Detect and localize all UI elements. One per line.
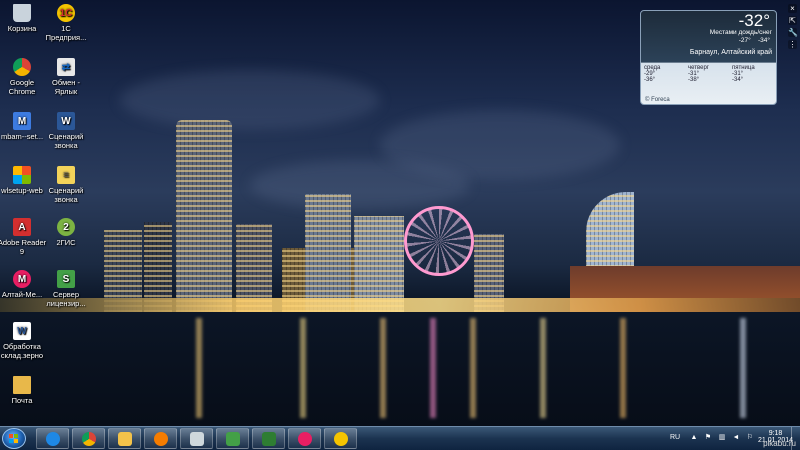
desktop-icon-label: Сценарий звонка (48, 186, 84, 204)
water-reflection (430, 318, 436, 418)
internet-explorer-icon (45, 431, 60, 446)
gadget-drag-handle-icon[interactable]: ⋮ (788, 40, 797, 49)
flag-icon[interactable]: ⚐ (746, 434, 754, 442)
altai-media-icon (297, 431, 312, 446)
taskbar-chrome[interactable] (72, 428, 105, 449)
desktop-icon-license-server[interactable]: S Сервер лицензир... (40, 270, 92, 308)
temperature-high: -27° (738, 37, 751, 44)
water-reflection (740, 318, 746, 418)
license-server-icon: S (57, 270, 75, 288)
water-reflection (196, 318, 202, 418)
desktop-icon-mail[interactable]: Почта (0, 376, 48, 405)
watermark: pikabu.ru (763, 439, 796, 448)
clock-time: 9:18 (768, 430, 783, 437)
desktop-icon-1c-enterprise[interactable]: 1C 1С Предприя... (40, 4, 92, 42)
mail-folder-icon (13, 376, 31, 394)
desktop-icon-2gis[interactable]: 2 2ГИС (40, 218, 92, 247)
media-player-icon (153, 431, 168, 446)
desktop-icon-label: mbam--set... (0, 132, 44, 141)
word-document-icon: W (57, 112, 75, 130)
current-temperature: -32° (738, 11, 770, 30)
forecast-day: среда -29° -36° (644, 65, 688, 83)
taskbar-1c[interactable] (324, 428, 357, 449)
water-reflection (540, 318, 546, 418)
water-reflection (470, 318, 476, 418)
wallpaper-water (0, 312, 800, 426)
forecast-low: -34° (732, 77, 744, 83)
weather-city: Барнаул, Алтайский край (689, 49, 772, 56)
exchange-shortcut-icon: ⇄ (57, 58, 75, 76)
taskbar: RU ▲ ⚑ ▥ ◄ ⚐ 9:18 21.01.2014 (0, 426, 800, 450)
forecast-day: четверг -31° -38° (688, 65, 732, 83)
desktop-icon-label: Сервер лицензир... (46, 290, 86, 308)
windows-live-setup-icon (13, 166, 31, 184)
temperature-low: -34° (758, 37, 770, 44)
text-document-icon: ≡ (57, 166, 75, 184)
chrome-icon (81, 431, 96, 446)
desktop-icon-processing-grain[interactable]: W Обработка склад.зерно (0, 322, 48, 360)
taskbar-internet-explorer[interactable] (36, 428, 69, 449)
desktop-icon-label: 2ГИС (56, 238, 76, 247)
chrome-icon (13, 58, 31, 76)
desktop-icon-label: Алтай-Ме... (1, 290, 43, 299)
temperature-range: -27° -34° (739, 37, 770, 44)
desktop-icon-call-script-word[interactable]: W Сценарий звонка (40, 112, 92, 150)
gadget-options-icon[interactable]: 🔧 (788, 28, 798, 37)
network-icon[interactable]: ▥ (718, 434, 726, 442)
windows-logo-icon (9, 434, 13, 438)
taskbar-explorer[interactable] (108, 428, 141, 449)
desktop-icon-label: wlsetup-web (1, 186, 43, 195)
language-indicator[interactable]: RU (670, 434, 680, 441)
desktop-icon-exchange-shortcut[interactable]: ⇄ Обмен - Ярлык (40, 58, 92, 96)
malwarebytes-setup-icon: M (13, 112, 31, 130)
2gis-icon: 2 (57, 218, 75, 236)
recycle-bin-icon (13, 4, 31, 22)
action-center-flag-icon[interactable]: ⚑ (704, 434, 712, 442)
altai-media-icon: M (13, 270, 31, 288)
weather-condition: Местами дождь/снег (709, 29, 772, 36)
weather-brand: © Foreca (645, 97, 670, 103)
desktop[interactable]: Корзина 1C 1С Предприя... Google Chrome … (0, 0, 800, 426)
taskbar-remote-desktop[interactable] (216, 428, 249, 449)
gadget-size-icon[interactable]: ⇱ (788, 16, 797, 25)
forecast-low: -38° (688, 77, 700, 83)
desktop-icon-label: Корзина (7, 24, 37, 33)
desktop-icon-label: Google Chrome (8, 78, 36, 96)
water-reflection (380, 318, 386, 418)
explorer-folder-icon (117, 431, 132, 446)
water-reflection (620, 318, 626, 418)
notes-icon (189, 431, 204, 446)
start-button[interactable] (2, 428, 26, 449)
taskbar-altai-media[interactable] (288, 428, 321, 449)
taskbar-notes[interactable] (180, 428, 213, 449)
desktop-icon-label: Почта (11, 396, 33, 405)
remote-desktop-icon (225, 431, 240, 446)
forecast-day: пятница -31° -34° (732, 65, 776, 83)
volume-icon[interactable]: ◄ (732, 434, 740, 442)
adobe-reader-icon: A (13, 218, 31, 236)
weather-gadget[interactable]: -32° Местами дождь/снег -27° -34° Барнау… (640, 10, 777, 105)
taskbar-media-player[interactable] (144, 428, 177, 449)
desktop-icon-label: Сценарий звонка (48, 132, 84, 150)
processing-document-icon: W (13, 322, 31, 340)
1c-icon (333, 431, 348, 446)
desktop-icon-label: Обмен - Ярлык (51, 78, 80, 96)
desktop-icon-label: 1С Предприя... (45, 24, 87, 42)
gadget-toolbar: × ⇱ 🔧 ⋮ (788, 4, 798, 52)
excel-icon (261, 431, 276, 446)
desktop-icon-call-script-text[interactable]: ≡ Сценарий звонка (40, 166, 92, 204)
gadget-close-icon[interactable]: × (788, 4, 797, 13)
taskbar-excel[interactable] (252, 428, 285, 449)
water-reflection (300, 318, 306, 418)
forecast-low: -36° (644, 77, 656, 83)
desktop-icon-label: Обработка склад.зерно (0, 342, 44, 360)
show-hidden-icons-icon[interactable]: ▲ (690, 434, 698, 442)
1c-enterprise-icon: 1C (57, 4, 75, 22)
